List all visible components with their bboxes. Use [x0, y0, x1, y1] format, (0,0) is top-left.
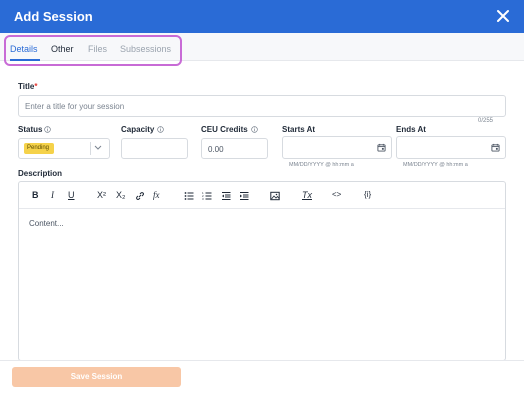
starts-at-input[interactable]: [282, 136, 392, 159]
footer-divider: [0, 360, 524, 361]
description-label: Description: [18, 169, 63, 178]
status-badge: Pending: [24, 143, 54, 154]
starts-at-hint: MM/DD/YYYY @ hh:mm a: [289, 162, 354, 168]
status-label: Status: [18, 125, 43, 134]
capacity-info-icon[interactable]: [157, 126, 164, 133]
calendar-icon[interactable]: [377, 143, 386, 152]
ends-at-input[interactable]: [396, 136, 506, 159]
title-placeholder: Enter a title for your session: [25, 102, 125, 111]
required-mark: *: [34, 82, 38, 91]
ceu-credits-input[interactable]: 0.00: [201, 138, 268, 159]
italic-button[interactable]: I: [51, 190, 54, 200]
status-info-icon[interactable]: [44, 126, 51, 133]
code-button[interactable]: <>: [332, 190, 341, 199]
title-input[interactable]: Enter a title for your session: [18, 95, 506, 117]
numbered-list-icon[interactable]: 123: [202, 191, 212, 201]
capacity-label: Capacity: [121, 125, 155, 134]
indent-icon[interactable]: [239, 191, 249, 201]
formula-button[interactable]: fx: [153, 190, 160, 200]
clear-format-button[interactable]: Tx: [302, 190, 312, 200]
ceu-credits-label: CEU Credits: [201, 125, 248, 134]
title-label: Title*: [18, 82, 37, 91]
editor-content-placeholder: Content...: [29, 219, 64, 228]
superscript-button[interactable]: X²: [97, 190, 106, 200]
link-icon[interactable]: [135, 191, 145, 201]
title-label-text: Title: [18, 82, 35, 91]
underline-button[interactable]: U: [68, 190, 75, 200]
ceu-credits-info-icon[interactable]: [251, 126, 258, 133]
subscript-button[interactable]: X₂: [116, 190, 126, 200]
modal-title: Add Session: [14, 9, 93, 24]
bold-button[interactable]: B: [32, 190, 39, 200]
ceu-credits-value: 0.00: [208, 145, 224, 154]
ends-at-label: Ends At: [396, 125, 426, 134]
chevron-down-icon[interactable]: [94, 145, 102, 151]
image-icon[interactable]: [270, 191, 280, 201]
calendar-icon[interactable]: [491, 143, 500, 152]
close-icon[interactable]: [494, 7, 512, 25]
tabs-highlight-outline: [4, 35, 182, 66]
editor-toolbar: B I U X² X₂ fx 123 Tx <> {i}: [19, 182, 505, 209]
description-editor[interactable]: B I U X² X₂ fx 123 Tx <> {i} Content...: [18, 181, 506, 361]
svg-text:3: 3: [202, 197, 204, 201]
variable-button[interactable]: {i}: [364, 190, 371, 199]
ends-at-hint: MM/DD/YYYY @ hh:mm a: [403, 162, 468, 168]
modal-header: Add Session: [0, 0, 524, 33]
starts-at-label: Starts At: [282, 125, 316, 134]
bulleted-list-icon[interactable]: [184, 191, 194, 201]
outdent-icon[interactable]: [221, 191, 231, 201]
title-char-counter: 0/255: [478, 118, 494, 124]
save-session-button[interactable]: Save Session: [12, 367, 181, 387]
status-select-divider: [90, 142, 91, 155]
capacity-input[interactable]: [121, 138, 188, 159]
